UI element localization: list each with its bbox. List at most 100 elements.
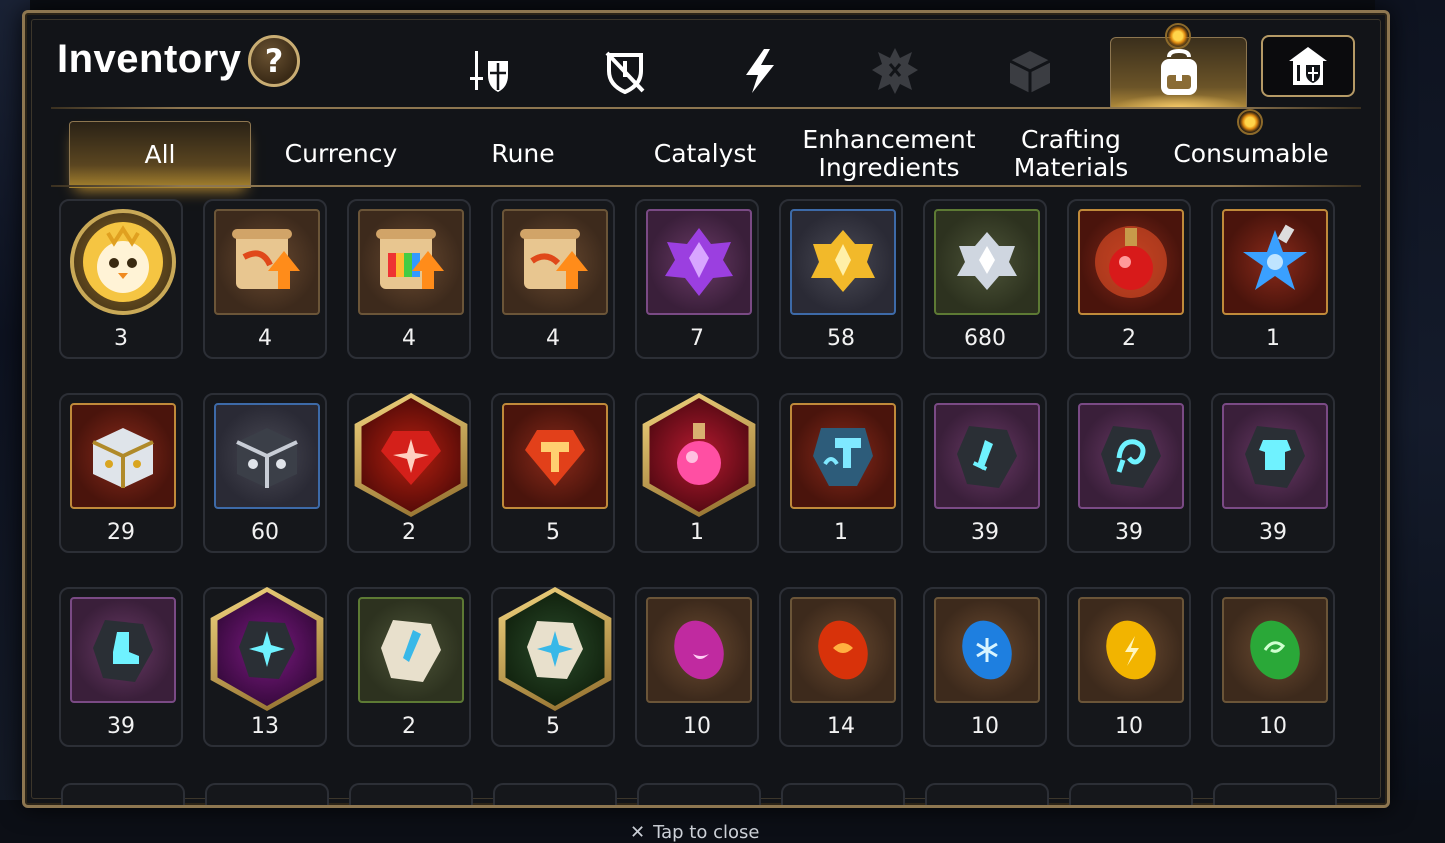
item-slot[interactable]: 39	[59, 587, 183, 747]
item-slot-partial[interactable]	[637, 783, 761, 805]
active-tab-glow	[1111, 94, 1246, 108]
item-slot-partial[interactable]	[781, 783, 905, 805]
item-slot[interactable]: 5	[491, 587, 615, 747]
item-slot[interactable]: 7	[635, 199, 759, 359]
item-slot[interactable]: 4	[203, 199, 327, 359]
red-gem-icon	[381, 431, 441, 485]
red-hammer-gem-icon	[525, 430, 585, 486]
item-slot[interactable]: 3	[59, 199, 183, 359]
item-slot[interactable]: 10	[1211, 587, 1335, 747]
item-slot[interactable]: 58	[779, 199, 903, 359]
subtab-crafting-materials[interactable]: Crafting Materials	[979, 121, 1163, 187]
item-frame	[214, 209, 320, 315]
item-quantity: 39	[971, 520, 999, 545]
item-slot[interactable]: 4	[491, 199, 615, 359]
item-quantity: 5	[546, 714, 560, 739]
item-frame	[934, 403, 1040, 509]
item-frame	[1222, 403, 1328, 509]
subtab-catalyst[interactable]: Catalyst	[615, 121, 795, 187]
item-quantity: 14	[827, 714, 855, 739]
item-slot-partial[interactable]	[1213, 783, 1337, 805]
fire-rune-icon	[818, 620, 868, 680]
broken-shield-icon	[605, 51, 645, 95]
item-quantity: 1	[690, 520, 704, 545]
lightning-rune-icon	[1106, 620, 1156, 680]
item-frame	[790, 597, 896, 703]
item-slot[interactable]: 1	[635, 393, 759, 553]
star-stone-icon	[239, 621, 295, 679]
item-quantity: 680	[964, 326, 1006, 351]
item-slot[interactable]: 1	[1211, 199, 1335, 359]
item-frame	[70, 403, 176, 509]
item-frame	[646, 597, 752, 703]
item-quantity: 29	[107, 520, 135, 545]
subtab-currency[interactable]: Currency	[251, 121, 431, 187]
swirl-stone-icon	[1101, 426, 1161, 488]
item-slot[interactable]: 1	[779, 393, 903, 553]
item-quantity: 10	[1115, 714, 1143, 739]
item-slot[interactable]: 60	[203, 393, 327, 553]
help-button[interactable]: ?	[248, 35, 300, 87]
white-star-stone-icon	[527, 621, 583, 679]
item-quantity: 39	[1259, 520, 1287, 545]
item-slot-partial[interactable]	[349, 783, 473, 805]
upgrade-scroll-icon	[520, 229, 588, 289]
item-slot-partial[interactable]	[1069, 783, 1193, 805]
sword-stone-icon	[957, 426, 1017, 488]
moon-rune-icon	[674, 620, 724, 680]
cube-icon	[1009, 51, 1051, 93]
item-slot[interactable]: 39	[1067, 393, 1191, 553]
backpack-icon	[1160, 48, 1197, 95]
tab-equipment[interactable]	[445, 35, 535, 107]
tab-defense[interactable]	[580, 35, 670, 107]
item-quantity: 5	[546, 520, 560, 545]
tab-locked-1[interactable]	[850, 35, 940, 107]
item-slot[interactable]: 680	[923, 199, 1047, 359]
item-quantity: 10	[683, 714, 711, 739]
item-slot[interactable]: 10	[923, 587, 1047, 747]
item-slot[interactable]: 2	[347, 393, 471, 553]
item-frame	[70, 209, 176, 315]
purple-crystal-icon	[665, 228, 733, 296]
item-quantity: 58	[827, 326, 855, 351]
item-frame	[1078, 209, 1184, 315]
item-frame	[1222, 209, 1328, 315]
page-title: Inventory	[57, 37, 242, 81]
shop-button[interactable]	[1261, 35, 1355, 97]
item-frame	[358, 597, 464, 703]
item-slot[interactable]: 10	[635, 587, 759, 747]
tab-locked-2[interactable]	[985, 35, 1075, 107]
tab-skills[interactable]	[715, 35, 805, 107]
chick-token-icon	[83, 222, 163, 302]
inventory-window: Inventory ? All Currency Rune Catalyst E…	[22, 10, 1390, 808]
item-slot[interactable]: 13	[203, 587, 327, 747]
item-slot[interactable]: 39	[1211, 393, 1335, 553]
item-slot-partial[interactable]	[205, 783, 329, 805]
item-slot[interactable]: 29	[59, 393, 183, 553]
item-slot[interactable]: 5	[491, 393, 615, 553]
item-frame	[934, 209, 1040, 315]
item-slot[interactable]: 4	[347, 199, 471, 359]
subtab-enhancement-ingredients[interactable]: Enhancement Ingredients	[797, 121, 981, 187]
item-frame	[70, 597, 176, 703]
item-slot[interactable]: 39	[923, 393, 1047, 553]
subtab-all[interactable]: All	[69, 121, 251, 188]
frost-rune-icon	[962, 620, 1012, 680]
silver-crystal-icon	[957, 232, 1017, 290]
item-slot[interactable]: 10	[1067, 587, 1191, 747]
item-slot-partial[interactable]	[61, 783, 185, 805]
item-slot[interactable]: 2	[1067, 199, 1191, 359]
item-frame	[790, 403, 896, 509]
notification-dot	[1237, 109, 1263, 135]
item-slot[interactable]: 2	[347, 587, 471, 747]
item-quantity: 3	[114, 326, 128, 351]
item-slot[interactable]: 14	[779, 587, 903, 747]
item-slot-partial[interactable]	[493, 783, 617, 805]
header-divider	[51, 107, 1361, 109]
notification-dot	[1165, 23, 1191, 49]
item-frame	[502, 403, 608, 509]
item-slot-partial[interactable]	[925, 783, 1049, 805]
subtab-rune[interactable]: Rune	[433, 121, 613, 187]
lightning-icon	[746, 49, 774, 93]
item-quantity: 2	[402, 714, 416, 739]
